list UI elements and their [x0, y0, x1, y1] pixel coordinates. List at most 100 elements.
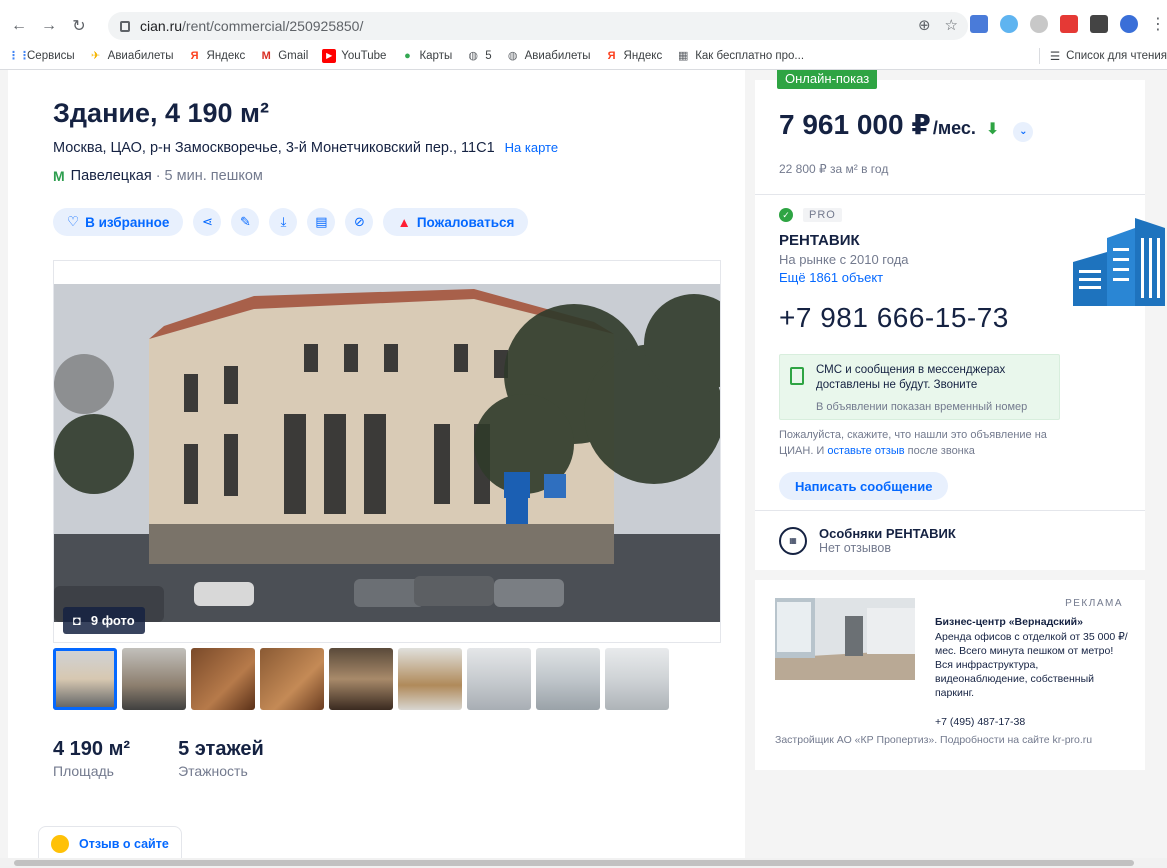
- bookmark-services[interactable]: ⋮⋮ Сервисы: [8, 49, 75, 63]
- gmail-icon: M: [261, 50, 271, 62]
- ad-phone[interactable]: +7 (495) 487-17-38: [935, 716, 1025, 728]
- bookmark-maps[interactable]: ● Карты: [400, 49, 452, 63]
- bookmark-free[interactable]: ▦ Как бесплатно про...: [676, 49, 804, 63]
- bookmarks-bar: ⋮⋮ Сервисы ✈ Авиабилеты Я Яндекс M Gmail ▶ Yo…: [0, 44, 1167, 68]
- thumbnail-9[interactable]: [605, 648, 669, 710]
- bookmark-yandex-2[interactable]: Я Яндекс: [605, 49, 663, 63]
- bookmark-5[interactable]: ◍ 5: [466, 49, 491, 63]
- bookmark-youtube[interactable]: ▶ YouTube: [322, 49, 386, 63]
- star-icon[interactable]: ☆: [945, 16, 958, 34]
- globe-icon: ◍: [507, 50, 518, 62]
- metro-info: M Павелецкая · 5 мин. пешком: [53, 168, 263, 184]
- bookmark-avia-2[interactable]: ◍ Авиабилеты: [506, 49, 591, 63]
- more-objects-link[interactable]: Ещё 1861 объект: [779, 270, 883, 285]
- listing-card: Здание, 4 190 м² Москва, ЦАО, р-н Замоск…: [8, 70, 745, 860]
- scrollbar-thumb[interactable]: [14, 860, 1134, 866]
- photo-count-badge[interactable]: ◘ 9 фото: [63, 607, 145, 634]
- lock-icon: [120, 20, 130, 32]
- favorite-button[interactable]: ♡ В избранное: [53, 208, 184, 236]
- grey-extension-icon[interactable]: [1030, 15, 1048, 33]
- translate-extension-icon[interactable]: [970, 15, 988, 33]
- url-path: /rent/commercial/250925850/: [182, 18, 364, 34]
- report-button[interactable]: ▲ Пожаловаться: [383, 208, 529, 236]
- bookmark-label: 5: [485, 50, 492, 62]
- price-history-chevron-icon[interactable]: ⌄: [1013, 121, 1034, 142]
- bookmark-label: Карты: [419, 50, 453, 62]
- yandex-icon: Я: [190, 50, 199, 62]
- thumbnail-3[interactable]: [191, 648, 255, 710]
- menu-icon[interactable]: ⋮: [1150, 14, 1166, 34]
- metro-walk: · 5 мин. пешком: [155, 168, 263, 184]
- reading-list[interactable]: ☰ Список для чтения: [1038, 48, 1167, 64]
- thumbnail-5[interactable]: [329, 648, 393, 710]
- photo-count-label: 9 фото: [90, 613, 135, 628]
- pdf-extension-icon[interactable]: [1060, 15, 1078, 33]
- edit-button[interactable]: ✎: [231, 208, 260, 236]
- profile-avatar-icon[interactable]: [1120, 15, 1138, 33]
- map-link[interactable]: На карте: [505, 140, 558, 155]
- ad-title[interactable]: Бизнес-центр «Вернадский»: [935, 616, 1083, 628]
- puzzle-icon[interactable]: [1090, 15, 1108, 33]
- main-photo[interactable]: [54, 284, 720, 622]
- hide-button[interactable]: ⊘: [345, 208, 374, 236]
- bookmark-yandex-1[interactable]: Я Яндекс: [188, 49, 246, 63]
- listing-address: Москва, ЦАО, р-н Замоскворечье, 3-й Моне…: [53, 140, 558, 156]
- thumbnail-8[interactable]: [536, 648, 600, 710]
- forward-icon[interactable]: →: [38, 15, 60, 37]
- ad-card[interactable]: РЕКЛАМА Бизнес-центр «Вернадский» Аренда…: [755, 580, 1145, 770]
- thumbnail-1[interactable]: [53, 648, 117, 710]
- address-row: ← → ↻ cian.ru/rent/commercial/250925850/…: [0, 10, 1167, 42]
- bookmark-label: Gmail: [278, 50, 309, 62]
- cloud-extension-icon[interactable]: [1000, 15, 1018, 33]
- divider: [755, 194, 1145, 195]
- share-button[interactable]: ⋖: [193, 208, 222, 236]
- metro-station[interactable]: Павелецкая: [71, 168, 152, 184]
- ad-label: РЕКЛАМА: [1065, 598, 1123, 609]
- reload-icon[interactable]: ↻: [68, 15, 90, 37]
- ad-image[interactable]: [775, 598, 915, 680]
- reading-list-label: Список для чтения: [1066, 50, 1167, 62]
- stat-floors: 5 этажей Этажность: [178, 738, 264, 779]
- thumbnail-4[interactable]: [260, 648, 324, 710]
- agent-row[interactable]: ▦ Особняки РЕНТАВИК Нет отзывов: [779, 526, 956, 555]
- horizontal-scrollbar[interactable]: [0, 858, 1167, 868]
- site-feedback-tab[interactable]: Отзыв о сайте: [38, 826, 182, 860]
- agent-logo-icon: ▦: [779, 526, 807, 555]
- zoom-icon[interactable]: ⊕: [918, 16, 931, 34]
- eye-off-icon: ⊘: [354, 214, 365, 229]
- thumbnail-2[interactable]: [122, 648, 186, 710]
- address-bar[interactable]: cian.ru/rent/commercial/250925850/ ⊕ ☆: [108, 12, 968, 40]
- agent-reviews: Нет отзывов: [819, 541, 891, 555]
- write-message-button[interactable]: Написать сообщение: [779, 472, 949, 500]
- warning-icon: ▲: [397, 214, 411, 230]
- thumbnail-6[interactable]: [398, 648, 462, 710]
- agency-name[interactable]: РЕНТАВИК: [779, 232, 860, 249]
- print-icon: ▤: [315, 214, 328, 229]
- download-button[interactable]: ⤓: [269, 208, 298, 236]
- leave-review-link[interactable]: оставьте отзыв: [827, 445, 904, 457]
- action-bar: ♡ В избранное ⋖ ✎ ⤓ ▤ ⊘ ▲ Пожаловаться: [53, 208, 529, 236]
- agency-logo[interactable]: [1073, 218, 1167, 306]
- apps-grid-icon: ⋮⋮: [8, 50, 30, 62]
- thumbnail-7[interactable]: [467, 648, 531, 710]
- bookmark-avia-1[interactable]: ✈ Авиабилеты: [89, 49, 173, 63]
- phone-number[interactable]: +7 981 666-15-73: [779, 302, 1009, 334]
- map-pin-icon: ●: [404, 50, 411, 62]
- bookmark-label: Сервисы: [27, 50, 75, 62]
- bookmark-label: YouTube: [341, 50, 387, 62]
- page: Здание, 4 190 м² Москва, ЦАО, р-н Замоск…: [0, 70, 1167, 868]
- browser-chrome: ← → ↻ cian.ru/rent/commercial/250925850/…: [0, 0, 1167, 70]
- address-text: Москва, ЦАО, р-н Замоскворечье, 3-й Моне…: [53, 140, 495, 156]
- stat-value: 5 этажей: [178, 738, 264, 760]
- reading-list-icon: ☰: [1049, 51, 1061, 63]
- back-icon[interactable]: ←: [8, 15, 30, 37]
- please-text-end: после звонка: [904, 445, 975, 457]
- price-down-icon: ⬇: [985, 121, 1000, 138]
- download-icon: ⤓: [280, 214, 287, 229]
- print-button[interactable]: ▤: [307, 208, 336, 236]
- notice-sub: В объявлении показан временный номер: [816, 401, 1028, 413]
- bookmark-gmail[interactable]: M Gmail: [259, 49, 309, 63]
- share-icon: ⋖: [202, 214, 213, 229]
- listing-title: Здание, 4 190 м²: [53, 98, 270, 128]
- price-period: /мес.: [932, 118, 976, 138]
